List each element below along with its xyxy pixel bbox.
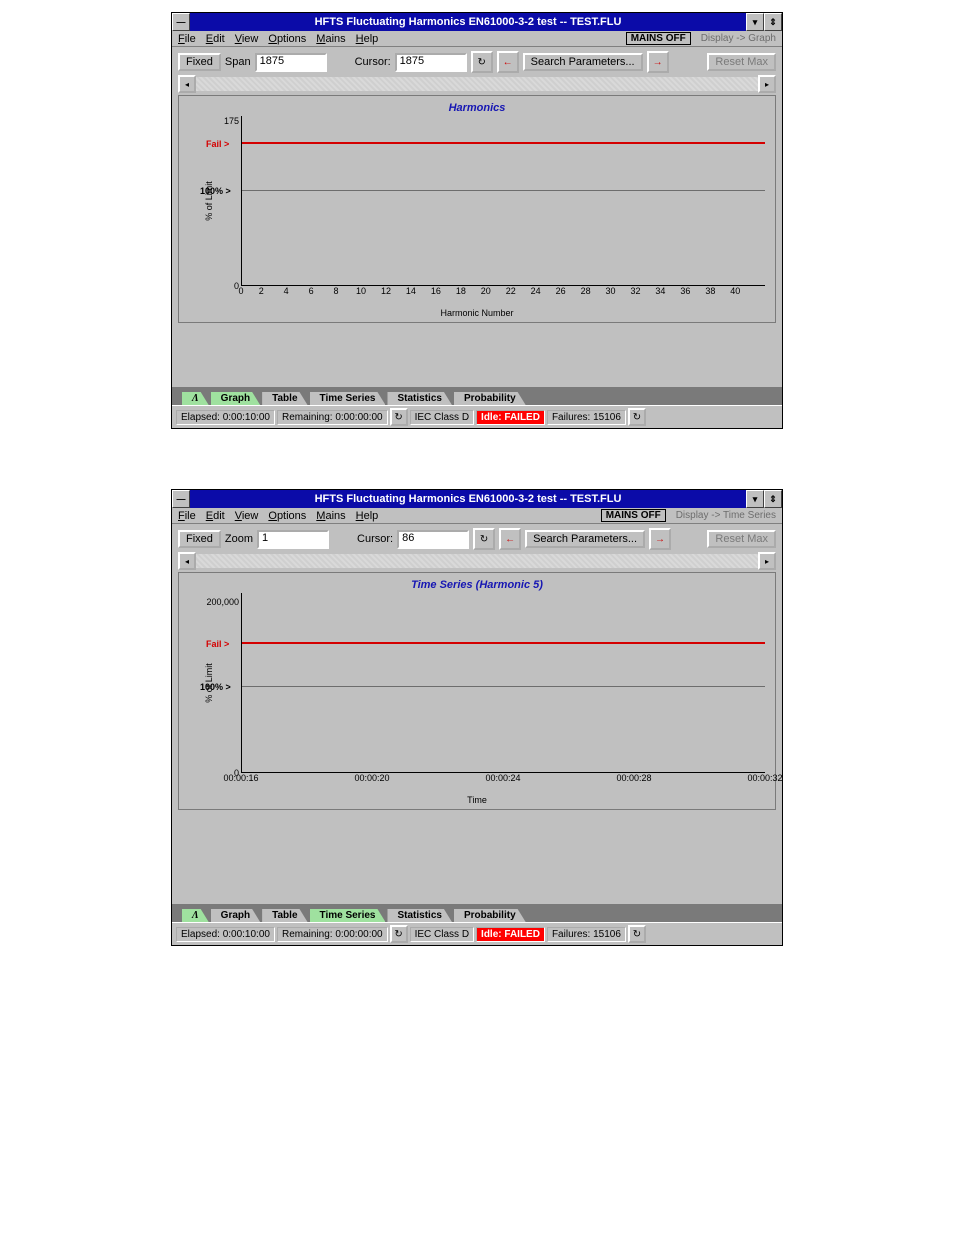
hscrollbar[interactable]: ◂ ▸ — [178, 77, 776, 91]
prev-icon[interactable]: ← — [497, 51, 519, 73]
percent-label: 100% > — [200, 186, 231, 196]
status-class: IEC Class D — [410, 927, 474, 942]
minimize-icon[interactable]: ▾ — [746, 13, 764, 31]
status-class: IEC Class D — [410, 410, 474, 425]
status-remaining: Remaining: 0:00:00:00 — [277, 927, 388, 942]
tab-lambda[interactable]: Λ — [182, 909, 209, 922]
tab-graph[interactable]: Graph — [211, 909, 260, 922]
cursor-input[interactable]: 86 — [397, 530, 469, 549]
menu-view[interactable]: View — [235, 510, 259, 522]
refresh-status-icon[interactable]: ↻ — [390, 408, 408, 426]
search-parameters-button[interactable]: Search Parameters... — [525, 530, 645, 548]
fail-label: Fail > — [206, 639, 229, 649]
scroll-right-icon[interactable]: ▸ — [758, 552, 776, 570]
maximize-icon[interactable]: ⇕ — [764, 13, 782, 31]
menubar: File Edit View Options Mains Help MAINS … — [172, 31, 782, 47]
status-elapsed: Elapsed: 0:00:10:00 — [176, 927, 275, 942]
cursor-input[interactable]: 1875 — [395, 53, 467, 72]
display-mode-label: Display -> Graph — [701, 33, 776, 44]
span-input[interactable]: 1875 — [255, 53, 327, 72]
next-icon[interactable]: → — [649, 528, 671, 550]
tab-probability[interactable]: Probability — [454, 909, 526, 922]
chart-title: Harmonics — [189, 102, 765, 114]
mains-off-button[interactable]: MAINS OFF — [626, 32, 691, 45]
display-mode-label: Display -> Time Series — [676, 510, 776, 521]
menu-mains[interactable]: Mains — [316, 33, 345, 45]
status-idle: Idle: FAILED — [476, 927, 545, 942]
menu-help[interactable]: Help — [356, 510, 379, 522]
cursor-label: Cursor: — [355, 56, 391, 68]
hscrollbar[interactable]: ◂ ▸ — [178, 554, 776, 568]
toolbar: Fixed Span 1875 Cursor: 1875 ↻ ← Search … — [172, 47, 782, 77]
x-axis-label: Time — [189, 795, 765, 805]
tab-lambda[interactable]: Λ — [182, 392, 209, 405]
toolbar: Fixed Zoom 1 Cursor: 86 ↻ ← Search Param… — [172, 524, 782, 554]
tab-statistics[interactable]: Statistics — [387, 909, 451, 922]
refresh-icon[interactable]: ↻ — [473, 528, 495, 550]
fail-label: Fail > — [206, 139, 229, 149]
fixed-button[interactable]: Fixed — [178, 53, 221, 71]
refresh-status-icon[interactable]: ↻ — [390, 925, 408, 943]
menu-file[interactable]: File — [178, 33, 196, 45]
menu-file[interactable]: File — [178, 510, 196, 522]
tab-statistics[interactable]: Statistics — [387, 392, 451, 405]
zoom-label: Zoom — [225, 533, 253, 545]
menu-options[interactable]: Options — [268, 33, 306, 45]
sysmenu-icon[interactable]: — — [172, 13, 190, 31]
mains-off-button[interactable]: MAINS OFF — [601, 509, 666, 522]
reset-max-button[interactable]: Reset Max — [707, 53, 776, 71]
reset-max-button[interactable]: Reset Max — [707, 530, 776, 548]
menu-mains[interactable]: Mains — [316, 510, 345, 522]
fixed-button[interactable]: Fixed — [178, 530, 221, 548]
status-idle: Idle: FAILED — [476, 410, 545, 425]
scroll-left-icon[interactable]: ◂ — [178, 75, 196, 93]
scroll-right-icon[interactable]: ▸ — [758, 75, 776, 93]
status-failures: Failures: 15106 — [547, 410, 626, 425]
refresh-failures-icon[interactable]: ↻ — [628, 408, 646, 426]
refresh-icon[interactable]: ↻ — [471, 51, 493, 73]
maximize-icon[interactable]: ⇕ — [764, 490, 782, 508]
menu-view[interactable]: View — [235, 33, 259, 45]
scroll-left-icon[interactable]: ◂ — [178, 552, 196, 570]
tab-graph[interactable]: Graph — [211, 392, 260, 405]
tab-probability[interactable]: Probability — [454, 392, 526, 405]
titlebar: — HFTS Fluctuating Harmonics EN61000-3-2… — [172, 13, 782, 31]
tab-time-series[interactable]: Time Series — [310, 909, 386, 922]
span-label: Span — [225, 56, 251, 68]
status-elapsed: Elapsed: 0:00:10:00 — [176, 410, 275, 425]
menu-help[interactable]: Help — [356, 33, 379, 45]
refresh-failures-icon[interactable]: ↻ — [628, 925, 646, 943]
sysmenu-icon[interactable]: — — [172, 490, 190, 508]
next-icon[interactable]: → — [647, 51, 669, 73]
minimize-icon[interactable]: ▾ — [746, 490, 764, 508]
window-title: HFTS Fluctuating Harmonics EN61000-3-2 t… — [190, 490, 746, 508]
search-parameters-button[interactable]: Search Parameters... — [523, 53, 643, 71]
menu-edit[interactable]: Edit — [206, 33, 225, 45]
tab-table[interactable]: Table — [262, 392, 307, 405]
percent-label: 100% > — [200, 682, 231, 692]
menu-options[interactable]: Options — [268, 510, 306, 522]
status-failures: Failures: 15106 — [547, 927, 626, 942]
zoom-input[interactable]: 1 — [257, 530, 329, 549]
titlebar: — HFTS Fluctuating Harmonics EN61000-3-2… — [172, 490, 782, 508]
tab-table[interactable]: Table — [262, 909, 307, 922]
tab-row: Λ Graph Table Time Series Statistics Pro… — [172, 904, 782, 922]
window-time-series: — HFTS Fluctuating Harmonics EN61000-3-2… — [171, 489, 783, 946]
prev-icon[interactable]: ← — [499, 528, 521, 550]
tab-row: Λ Graph Table Time Series Statistics Pro… — [172, 387, 782, 405]
statusbar: Elapsed: 0:00:10:00 Remaining: 0:00:00:0… — [172, 405, 782, 428]
menu-edit[interactable]: Edit — [206, 510, 225, 522]
cursor-label: Cursor: — [357, 533, 393, 545]
chart-time-series: Time Series (Harmonic 5) % of Limit 200,… — [178, 572, 776, 810]
x-axis-label: Harmonic Number — [189, 308, 765, 318]
statusbar: Elapsed: 0:00:10:00 Remaining: 0:00:00:0… — [172, 922, 782, 945]
tab-time-series[interactable]: Time Series — [310, 392, 386, 405]
chart-title: Time Series (Harmonic 5) — [189, 579, 765, 591]
window-harmonics: — HFTS Fluctuating Harmonics EN61000-3-2… — [171, 12, 783, 429]
chart-harmonics: Harmonics % of Limit 175 0 Fail > 100% >… — [178, 95, 776, 323]
window-title: HFTS Fluctuating Harmonics EN61000-3-2 t… — [190, 13, 746, 31]
menubar: File Edit View Options Mains Help MAINS … — [172, 508, 782, 524]
status-remaining: Remaining: 0:00:00:00 — [277, 410, 388, 425]
